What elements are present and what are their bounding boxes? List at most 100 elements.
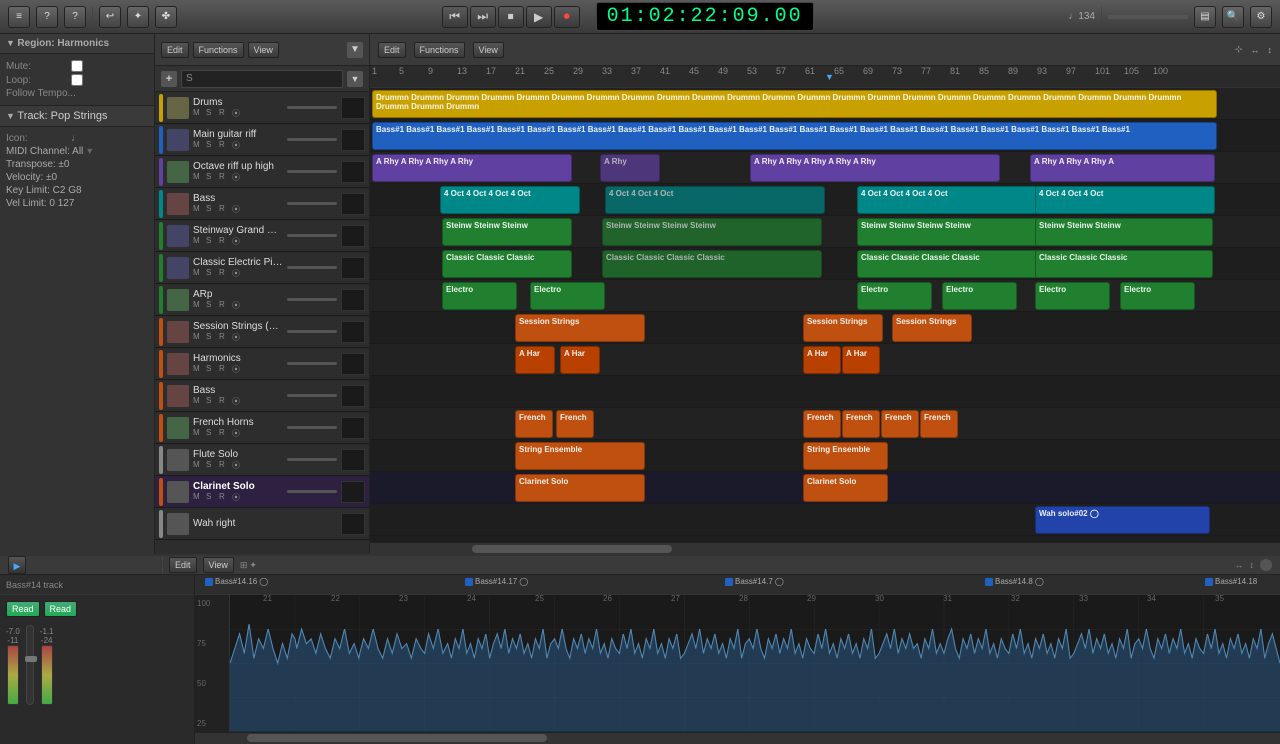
monitor-btn-steinway[interactable]: ⦿	[232, 236, 243, 247]
toolbar-icon-btn-3[interactable]: ?	[64, 6, 86, 28]
toolbar-right-btn-3[interactable]: ⚙	[1250, 6, 1272, 28]
monitor-btn-arp[interactable]: ⦿	[232, 300, 243, 311]
mute-btn-flute[interactable]: M	[193, 460, 204, 471]
clip-wah-solo[interactable]: Wah solo#02 ◯	[1035, 506, 1210, 534]
rec-btn-french-horns[interactable]: R	[219, 428, 230, 439]
mute-btn-octave[interactable]: M	[193, 172, 204, 183]
toolbar-icon-btn-6[interactable]: ✤	[155, 6, 177, 28]
mute-btn-french-horns[interactable]: M	[193, 428, 204, 439]
loop-checkbox[interactable]	[71, 74, 83, 86]
solo-btn-bass2[interactable]: S	[206, 396, 217, 407]
clip-guitar-main[interactable]: Bass#1 Bass#1 Bass#1 Bass#1 Bass#1 Bass#…	[372, 122, 1217, 150]
channel-fader[interactable]	[26, 625, 34, 705]
track-fader-bass[interactable]	[287, 202, 337, 205]
clip-steinway-4[interactable]: Steinw Steinw Steinw	[1035, 218, 1213, 246]
solo-btn-french-horns[interactable]: S	[206, 428, 217, 439]
solo-btn-clarinet[interactable]: S	[206, 492, 217, 503]
clip-drums-main[interactable]: Drummn Drummn Drummn Drummn Drummn Drumm…	[372, 90, 1217, 118]
monitor-btn-french-horns[interactable]: ⦿	[232, 428, 243, 439]
bottom-edit-button[interactable]: Edit	[169, 557, 197, 573]
monitor-btn-drums[interactable]: ⦿	[232, 108, 243, 119]
track-fader-octave[interactable]	[287, 170, 337, 173]
bottom-h-scrollbar[interactable]	[195, 732, 1280, 744]
play-button[interactable]: ▶	[526, 6, 552, 28]
bottom-view-button[interactable]: View	[203, 557, 234, 573]
clip-classic-ep-2[interactable]: Classic Classic Classic Classic	[602, 250, 822, 278]
solo-btn-session-strings[interactable]: S	[206, 332, 217, 343]
rec-btn-bass2[interactable]: R	[219, 396, 230, 407]
add-track-button[interactable]: +	[161, 71, 177, 87]
rec-btn-flute[interactable]: R	[219, 460, 230, 471]
record-button[interactable]: ⏺	[554, 6, 580, 28]
clip-french-5[interactable]: French	[881, 410, 919, 438]
clip-bass-4[interactable]: 4 Oct 4 Oct 4 Oct	[1035, 186, 1215, 214]
rec-btn-octave[interactable]: R	[219, 172, 230, 183]
rec-btn-drums[interactable]: R	[219, 108, 230, 119]
track-fader-classic-ep[interactable]	[287, 266, 337, 269]
mute-btn-arp[interactable]: M	[193, 300, 204, 311]
monitor-btn-guitar[interactable]: ⦿	[232, 140, 243, 151]
mute-checkbox[interactable]	[71, 60, 83, 72]
track-fader-french-horns[interactable]	[287, 426, 337, 429]
toolbar-icon-btn-2[interactable]: ?	[36, 6, 58, 28]
arrange-h-scrollbar[interactable]	[370, 542, 1280, 554]
functions-button[interactable]: Functions	[193, 42, 244, 58]
solo-btn-steinway[interactable]: S	[206, 236, 217, 247]
clip-octave-4[interactable]: A Rhy A Rhy A Rhy A	[1030, 154, 1215, 182]
clip-clarinet-2[interactable]: Clarinet Solo	[803, 474, 888, 502]
track-fader-drums[interactable]	[287, 106, 337, 109]
rewind-button[interactable]: ⏮	[442, 6, 468, 28]
clip-arp-5[interactable]: Electro	[1035, 282, 1110, 310]
clip-arp-1[interactable]: Electro	[442, 282, 517, 310]
solo-btn-flute[interactable]: S	[206, 460, 217, 471]
track-sort-button[interactable]: ▼	[347, 71, 363, 87]
mute-btn-bass[interactable]: M	[193, 204, 204, 215]
clip-session-strings-2[interactable]: Session Strings	[803, 314, 883, 342]
mute-btn-clarinet[interactable]: M	[193, 492, 204, 503]
clip-octave-3[interactable]: A Rhy A Rhy A Rhy A Rhy A Rhy	[750, 154, 1000, 182]
clip-string-ensemble-1[interactable]: String Ensemble	[515, 442, 645, 470]
monitor-btn-harmonics[interactable]: ⦿	[232, 364, 243, 375]
solo-btn-arp[interactable]: S	[206, 300, 217, 311]
clip-steinway-1[interactable]: Steinw Steinw Steinw	[442, 218, 572, 246]
clip-string-ensemble-2[interactable]: String Ensemble	[803, 442, 888, 470]
solo-btn-drums[interactable]: S	[206, 108, 217, 119]
clip-french-6[interactable]: French	[920, 410, 958, 438]
arrange-functions-button[interactable]: Functions	[414, 42, 465, 58]
filter-button[interactable]: ▼	[347, 42, 363, 58]
mute-btn-guitar[interactable]: M	[193, 140, 204, 151]
rec-btn-arp[interactable]: R	[219, 300, 230, 311]
rec-btn-harmonics[interactable]: R	[219, 364, 230, 375]
mute-btn-harmonics[interactable]: M	[193, 364, 204, 375]
rec-btn-steinway[interactable]: R	[219, 236, 230, 247]
clip-harmonics-4[interactable]: A Har	[842, 346, 880, 374]
clip-harmonics-3[interactable]: A Har	[803, 346, 841, 374]
clip-session-strings-3[interactable]: Session Strings	[892, 314, 972, 342]
solo-btn-octave[interactable]: S	[206, 172, 217, 183]
read-button-1[interactable]: Read	[6, 601, 40, 617]
mute-btn-classic-ep[interactable]: M	[193, 268, 204, 279]
clip-arp-6[interactable]: Electro	[1120, 282, 1195, 310]
monitor-btn-octave[interactable]: ⦿	[232, 172, 243, 183]
clip-session-strings-1[interactable]: Session Strings	[515, 314, 645, 342]
bottom-button-r[interactable]	[1260, 559, 1272, 571]
clip-octave-1[interactable]: A Rhy A Rhy A Rhy A Rhy	[372, 154, 572, 182]
toolbar-icon-btn-5[interactable]: ✦	[127, 6, 149, 28]
track-fader-guitar[interactable]	[287, 138, 337, 141]
track-fader-session-strings[interactable]	[287, 330, 337, 333]
track-fader-clarinet[interactable]	[287, 490, 337, 493]
read-button-2[interactable]: Read	[44, 601, 78, 617]
clip-steinway-2[interactable]: Steinw Steinw Steinw Steinw	[602, 218, 822, 246]
rec-btn-session-strings[interactable]: R	[219, 332, 230, 343]
clip-french-2[interactable]: French	[556, 410, 594, 438]
clip-french-4[interactable]: French	[842, 410, 880, 438]
clip-classic-ep-1[interactable]: Classic Classic Classic	[442, 250, 572, 278]
monitor-btn-bass[interactable]: ⦿	[232, 204, 243, 215]
clip-bass-1[interactable]: 4 Oct 4 Oct 4 Oct 4 Oct	[440, 186, 580, 214]
mute-btn-drums[interactable]: M	[193, 108, 204, 119]
mute-btn-session-strings[interactable]: M	[193, 332, 204, 343]
monitor-btn-session-strings[interactable]: ⦿	[232, 332, 243, 343]
track-fader-flute[interactable]	[287, 458, 337, 461]
master-volume-slider[interactable]	[1108, 15, 1188, 19]
clip-arp-2[interactable]: Electro	[530, 282, 605, 310]
